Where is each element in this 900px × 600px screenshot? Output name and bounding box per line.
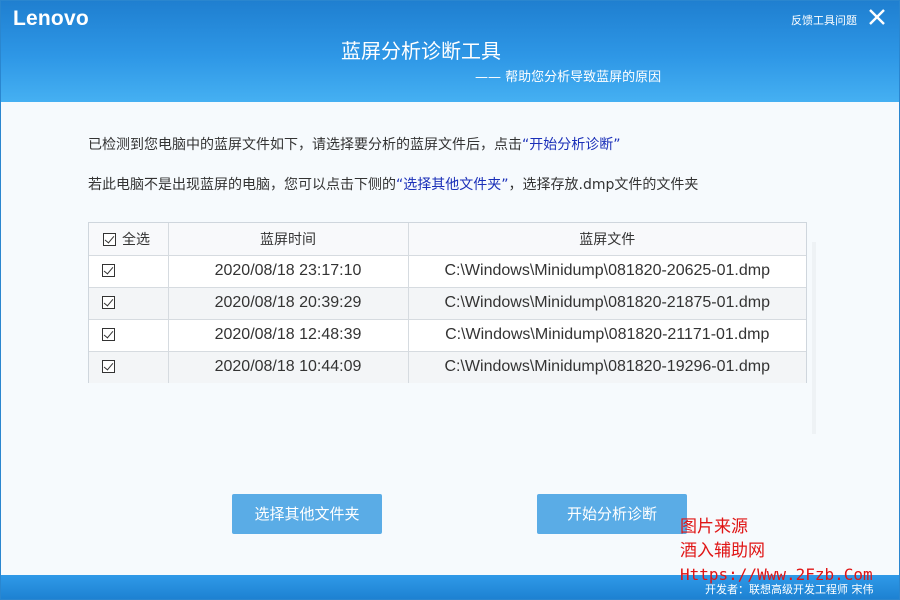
start-analysis-button[interactable]: 开始分析诊断 xyxy=(537,494,687,534)
table-scrollbar[interactable] xyxy=(812,242,816,434)
watermark-url: Https://Www.2Fzb.Com xyxy=(680,565,873,584)
row-checkbox[interactable] xyxy=(89,287,169,320)
checkbox-checked-icon[interactable] xyxy=(102,296,115,309)
watermark-line-1: 图片来源 xyxy=(680,517,748,537)
instruction-text: 已检测到您电脑中的蓝屏文件如下，请选择要分析的蓝屏文件后，点击 xyxy=(88,137,522,153)
row-checkbox[interactable] xyxy=(89,351,169,383)
table-header-row: 全选 蓝屏时间 蓝屏文件 xyxy=(89,223,806,256)
bsod-time: 2020/08/18 12:48:39 xyxy=(168,319,409,352)
table-row[interactable]: 2020/08/18 20:39:29 C:\Windows\Minidump\… xyxy=(89,287,806,320)
header-banner: Lenovo 反馈工具问题 蓝屏分析诊断工具 —— 帮助您分析导致蓝屏的原因 xyxy=(1,1,899,102)
app-title: 蓝屏分析诊断工具 xyxy=(341,39,501,63)
column-header-file: 蓝屏文件 xyxy=(408,223,806,256)
dump-file-path: C:\Windows\Minidump\081820-19296-01.dmp xyxy=(408,351,806,383)
lenovo-logo: Lenovo xyxy=(13,7,89,30)
select-all-label: 全选 xyxy=(122,231,150,248)
row-checkbox[interactable] xyxy=(89,255,169,288)
checkbox-checked-icon[interactable] xyxy=(103,232,116,246)
checkbox-checked-icon[interactable] xyxy=(102,264,115,277)
choose-folder-hint: “选择其他文件夹” xyxy=(396,177,509,193)
watermark-line-2: 酒入辅助网 xyxy=(680,541,765,561)
main-content: 已检测到您电脑中的蓝屏文件如下，请选择要分析的蓝屏文件后，点击“开始分析诊断” … xyxy=(1,102,899,575)
choose-folder-button[interactable]: 选择其他文件夹 xyxy=(232,494,382,534)
instruction-line-1: 已检测到您电脑中的蓝屏文件如下，请选择要分析的蓝屏文件后，点击“开始分析诊断” xyxy=(88,134,621,154)
row-checkbox[interactable] xyxy=(89,319,169,352)
dump-file-path: C:\Windows\Minidump\081820-21875-01.dmp xyxy=(408,287,806,320)
checkbox-checked-icon[interactable] xyxy=(102,360,115,374)
table-row[interactable]: 2020/08/18 23:17:10 C:\Windows\Minidump\… xyxy=(89,255,806,288)
bsod-time: 2020/08/18 10:44:09 xyxy=(168,351,409,383)
table-row[interactable]: 2020/08/18 12:48:39 C:\Windows\Minidump\… xyxy=(89,319,806,352)
table-row[interactable]: 2020/08/18 10:44:09 C:\Windows\Minidump\… xyxy=(89,351,806,383)
close-icon[interactable] xyxy=(867,7,887,27)
select-all-checkbox[interactable]: 全选 xyxy=(89,223,169,256)
bsod-time: 2020/08/18 23:17:10 xyxy=(168,255,409,288)
app-subtitle: —— 帮助您分析导致蓝屏的原因 xyxy=(475,70,662,85)
checkbox-checked-icon[interactable] xyxy=(102,328,115,341)
dump-file-table: 全选 蓝屏时间 蓝屏文件 2020/08/18 23:17:10 C:\Wind… xyxy=(88,222,807,383)
start-analysis-hint: “开始分析诊断” xyxy=(522,137,621,153)
feedback-link[interactable]: 反馈工具问题 xyxy=(791,12,857,28)
instruction-text: 若此电脑不是出现蓝屏的电脑，您可以点击下侧的 xyxy=(88,177,396,193)
dump-file-path: C:\Windows\Minidump\081820-20625-01.dmp xyxy=(408,255,806,288)
instruction-text: ，选择存放.dmp文件的文件夹 xyxy=(508,177,699,193)
instruction-line-2: 若此电脑不是出现蓝屏的电脑，您可以点击下侧的“选择其他文件夹”，选择存放.dmp… xyxy=(88,174,698,194)
bsod-time: 2020/08/18 20:39:29 xyxy=(168,287,409,320)
column-header-time: 蓝屏时间 xyxy=(168,223,409,256)
source-watermark: 图片来源 酒入辅助网 Https://Www.2Fzb.Com xyxy=(680,515,873,587)
app-window: Lenovo 反馈工具问题 蓝屏分析诊断工具 —— 帮助您分析导致蓝屏的原因 已… xyxy=(0,0,900,600)
dump-file-path: C:\Windows\Minidump\081820-21171-01.dmp xyxy=(408,319,806,352)
